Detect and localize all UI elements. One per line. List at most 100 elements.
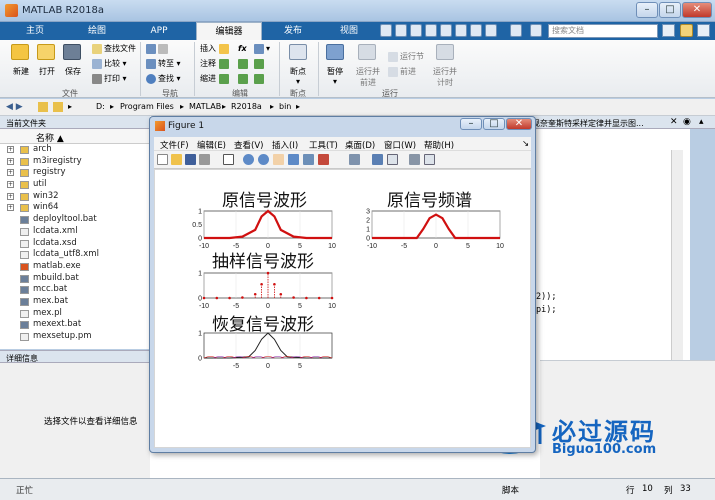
menu-insert[interactable]: 插入(I) [272,139,298,151]
print-figure-icon[interactable] [199,154,210,165]
print-button[interactable]: 打印 ▾ [92,73,127,85]
nav-back-forward-icons[interactable]: ◀ ▶ [6,102,23,112]
edit-tool-1[interactable]: ▾ [254,43,270,55]
menu-help[interactable]: 帮助(H) [424,139,454,151]
expand-icon[interactable]: + [7,169,14,177]
file-list-item[interactable]: mcc.bat [0,284,150,296]
file-list-item[interactable]: lcdata_utf8.xml [0,249,150,261]
file-list-item[interactable]: mbuild.bat [0,273,150,285]
file-list-item[interactable]: + util [0,179,150,191]
run-advance-button[interactable]: 运行并 前进 [352,66,384,88]
quick-copy-icon[interactable] [410,24,422,37]
menu-dock-icon[interactable]: ↘ [522,139,529,149]
find-files-button[interactable]: 查找文件 [92,43,136,55]
search-input[interactable]: 搜索文档 [548,24,658,38]
smart-indent-button[interactable] [238,73,250,85]
run-section-button[interactable]: 运行节 [388,51,424,63]
crumb-drive[interactable]: D: [96,102,105,111]
compare-button[interactable]: 比较 ▾ [92,58,127,70]
quick-undo-icon[interactable] [440,24,452,37]
find-button[interactable]: 查找 ▾ [146,73,181,85]
file-list-item[interactable]: + win32 [0,191,150,203]
expand-icon[interactable]: + [7,157,14,165]
file-list-item[interactable]: + win64 [0,202,150,214]
run-time-button[interactable]: 运行并 计时 [429,66,461,88]
figure-close-button[interactable]: ✕ [506,118,532,130]
name-column-header[interactable]: 名称 ▲ [0,129,150,144]
quick-paste-icon[interactable] [425,24,437,37]
link-plot-icon[interactable] [349,154,360,165]
new-figure-icon[interactable] [157,154,168,165]
rotate-icon[interactable] [288,154,299,165]
crumb-program-files[interactable]: Program Files [120,102,174,111]
tab-editor[interactable]: 编辑器 [196,22,262,40]
save-figure-icon[interactable] [185,154,196,165]
menu-tools[interactable]: 工具(T) [309,139,338,151]
hide-tools-icon[interactable] [409,154,420,165]
expand-icon[interactable]: + [7,181,14,189]
pan-icon[interactable] [273,154,284,165]
notifications-icon[interactable] [680,24,693,37]
editor-tab-menu-icon[interactable]: ◉ [683,117,691,127]
zoom-out-icon[interactable] [258,154,269,165]
file-list-item[interactable]: + arch [0,144,150,156]
browse-folder-icon[interactable] [53,102,63,112]
back-forward-buttons[interactable] [146,43,170,55]
quick-layout-icon[interactable] [510,24,522,37]
tab-apps[interactable]: APP [134,22,184,40]
editor-tab-close-icon[interactable]: ✕ [670,117,678,127]
comment-button[interactable]: 注释 [200,58,231,70]
file-list-item[interactable]: matlab.exe [0,261,150,273]
file-list-item[interactable]: + m3iregistry [0,156,150,168]
breakpoints-button[interactable]: 断点 ▾ [283,66,313,86]
tab-plots[interactable]: 绘图 [72,22,122,40]
figure-maximize-button[interactable]: □ [483,118,505,130]
help-icon[interactable] [530,24,542,37]
editor-scrollbar[interactable] [671,150,683,360]
crumb-bin[interactable]: bin [279,102,291,111]
expand-icon[interactable]: + [7,146,14,153]
tab-publish[interactable]: 发布 [268,22,318,40]
file-list-item[interactable]: lcdata.xsd [0,238,150,250]
file-list-item[interactable]: mexsetup.pm [0,331,150,343]
figure-minimize-button[interactable]: – [460,118,482,130]
open-file-icon[interactable] [171,154,182,165]
edit-tool-3[interactable] [254,73,266,85]
minimize-button[interactable]: – [636,2,658,18]
colorbar-icon[interactable] [372,154,383,165]
show-tools-icon[interactable] [424,154,435,165]
brush-icon[interactable] [318,154,329,165]
quick-cut-icon[interactable] [395,24,407,37]
percent-button[interactable] [238,58,250,70]
file-list-item[interactable]: mex.pl [0,308,150,320]
menu-edit[interactable]: 编辑(E) [197,139,226,151]
collapse-ribbon-icon[interactable] [697,24,710,37]
quick-help-icon[interactable] [485,24,497,37]
data-cursor-icon[interactable] [303,154,314,165]
maximize-button[interactable]: □ [659,2,681,18]
quick-switch-icon[interactable] [470,24,482,37]
file-list-item[interactable]: deployltool.bat [0,214,150,226]
editor-tab-scroll-icon[interactable]: ▴ [699,117,704,127]
pause-button[interactable]: 暂停 ▾ [320,66,350,86]
edit-plot-icon[interactable] [223,154,234,165]
menu-desktop[interactable]: 桌面(D) [345,139,375,151]
file-list-item[interactable]: mex.bat [0,296,150,308]
edit-tool-2[interactable] [254,58,266,70]
expand-icon[interactable]: + [7,204,14,212]
goto-button[interactable]: 转至 ▾ [146,58,181,70]
crumb-release[interactable]: R2018a [231,102,262,111]
save-button[interactable]: 保存 [58,66,88,77]
expand-icon[interactable]: + [7,192,14,200]
file-list-item[interactable]: + registry [0,167,150,179]
fx-button[interactable]: fx [238,43,247,55]
advance-button[interactable]: 前进 [388,66,416,78]
legend-icon[interactable] [387,154,398,165]
insert-button[interactable]: 插入 [200,43,231,55]
up-folder-icon[interactable] [38,102,48,112]
file-list-item[interactable]: lcdata.xml [0,226,150,238]
quick-redo-icon[interactable] [455,24,467,37]
search-button[interactable] [662,24,675,37]
tab-view[interactable]: 视图 [324,22,374,40]
indent-button[interactable]: 缩进 [200,73,231,85]
